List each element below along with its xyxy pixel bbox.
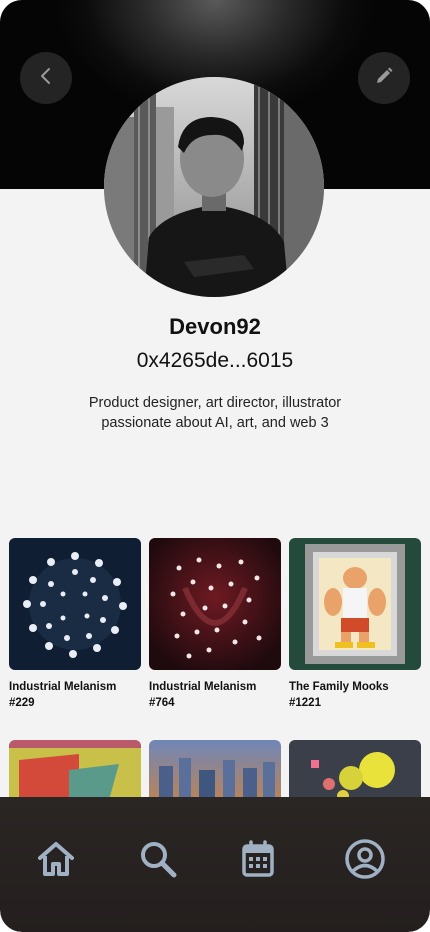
username: Devon92	[169, 314, 261, 339]
user-circle-icon	[344, 838, 386, 885]
nft-title: Industrial Melanism	[149, 681, 257, 693]
search-icon	[138, 839, 178, 884]
nft-thumbnail	[9, 740, 141, 800]
nft-number: #764	[149, 697, 175, 709]
chevron-left-icon	[36, 66, 56, 91]
nft-number: #1221	[289, 697, 321, 709]
profile-screen: Devon92 0x4265de...6015 Product designer…	[0, 0, 430, 932]
nft-card[interactable]: Industrial Melanism #764	[149, 538, 281, 709]
nft-card[interactable]	[149, 740, 281, 800]
nft-thumbnail	[149, 740, 281, 800]
nft-title: Industrial Melanism	[9, 681, 117, 693]
nft-card[interactable]	[289, 740, 421, 800]
nft-title: The Family Mooks	[289, 681, 389, 693]
nft-thumbnail	[289, 538, 421, 670]
nft-number: #229	[9, 697, 35, 709]
wallet-address[interactable]: 0x4265de...6015	[0, 349, 430, 373]
bio-line: Product designer, art director, illustra…	[88, 395, 342, 411]
nft-card[interactable]: The Family Mooks #1221	[289, 538, 421, 709]
bio-line: passionate about AI, art, and web 3	[101, 415, 329, 431]
home-icon	[36, 839, 76, 884]
nav-calendar[interactable]	[236, 839, 280, 883]
bottom-nav-bar	[0, 797, 430, 932]
pencil-icon	[374, 66, 394, 91]
nft-thumbnail	[149, 538, 281, 670]
nft-card[interactable]	[9, 740, 141, 800]
nft-card[interactable]: Industrial Melanism #229	[9, 538, 141, 709]
nav-home[interactable]	[34, 839, 78, 883]
edit-profile-button[interactable]	[358, 52, 410, 104]
calendar-icon	[238, 839, 278, 884]
avatar	[104, 77, 324, 297]
nav-profile[interactable]	[343, 838, 387, 885]
nav-search[interactable]	[136, 839, 180, 883]
nft-thumbnail	[9, 538, 141, 670]
profile-bio: Product designer, art director, illustra…	[50, 393, 380, 433]
back-button[interactable]	[20, 52, 72, 104]
nft-thumbnail	[289, 740, 421, 800]
